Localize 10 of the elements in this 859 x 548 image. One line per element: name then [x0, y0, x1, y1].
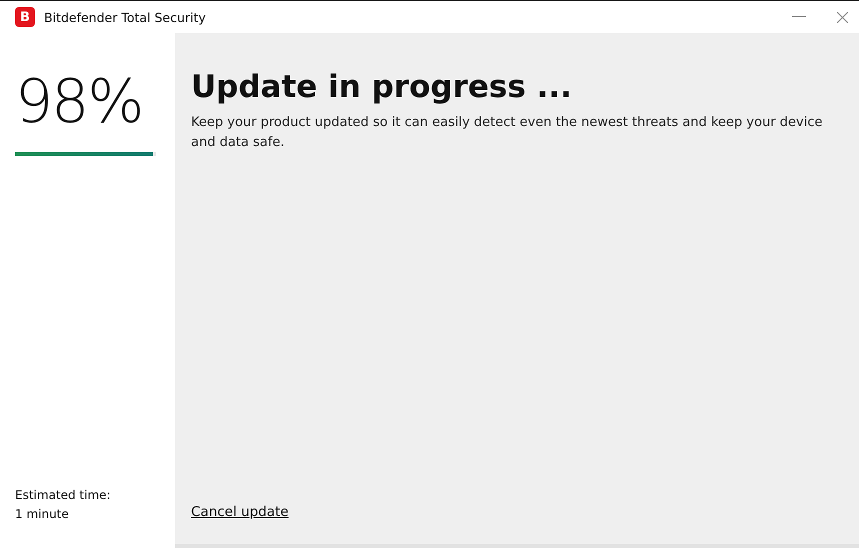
progress-percent: 98%: [15, 66, 142, 138]
estimate-label: Estimated time:: [15, 487, 111, 504]
update-description: Keep your product updated so it can easily detect even the newest threats and keep your device and data safe.: [191, 114, 824, 152]
minimize-icon: [792, 16, 806, 18]
close-icon: [836, 12, 848, 22]
app-logo: B: [15, 7, 35, 27]
update-heading: Update in progress ...: [191, 68, 572, 107]
estimate-value: 1 minute: [15, 506, 69, 523]
cancel-update-link[interactable]: Cancel update: [191, 504, 289, 520]
window-title: Bitdefender Total Security: [44, 10, 207, 24]
